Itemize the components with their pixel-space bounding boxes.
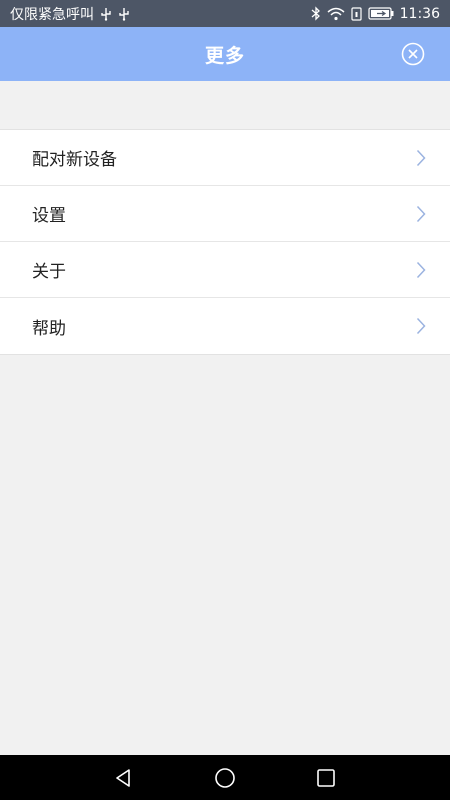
menu-item-about[interactable]: 关于 (0, 242, 450, 298)
status-left: 仅限紧急呼叫 (10, 4, 130, 24)
back-icon (116, 768, 130, 787)
system-nav-bar (0, 755, 450, 800)
home-button[interactable] (212, 765, 238, 791)
home-icon (215, 767, 235, 788)
menu-item-help[interactable]: 帮助 (0, 298, 450, 354)
close-circle-icon (401, 42, 425, 66)
wifi-icon (327, 7, 345, 21)
menu-item-pair-new-device[interactable]: 配对新设备 (0, 130, 450, 186)
battery-icon (368, 7, 394, 20)
chevron-right-icon (416, 205, 426, 223)
back-button[interactable] (111, 765, 137, 791)
status-bar: 仅限紧急呼叫 11:36 (0, 0, 450, 27)
header-bar: 更多 (0, 27, 450, 81)
chevron-right-icon (416, 261, 426, 279)
close-button[interactable] (401, 42, 425, 66)
page-title: 更多 (204, 44, 245, 67)
chevron-right-icon (416, 149, 426, 167)
menu-list: 配对新设备 设置 关于 帮助 (0, 129, 450, 355)
menu-item-label: 关于 (32, 262, 66, 282)
recents-icon (317, 768, 335, 787)
chevron-right-icon (416, 317, 426, 335)
menu-item-settings[interactable]: 设置 (0, 186, 450, 242)
menu-item-label: 配对新设备 (32, 150, 117, 170)
bluetooth-icon (311, 6, 321, 21)
sim-icon (351, 6, 362, 21)
status-right: 11:36 (311, 6, 440, 22)
status-time: 11:36 (399, 5, 440, 22)
menu-item-label: 设置 (32, 206, 66, 226)
menu-item-label: 帮助 (32, 318, 66, 339)
usb-icon (100, 7, 112, 21)
recents-button[interactable] (313, 765, 339, 791)
carrier-text: 仅限紧急呼叫 (10, 6, 94, 23)
usb-icon (118, 7, 130, 21)
